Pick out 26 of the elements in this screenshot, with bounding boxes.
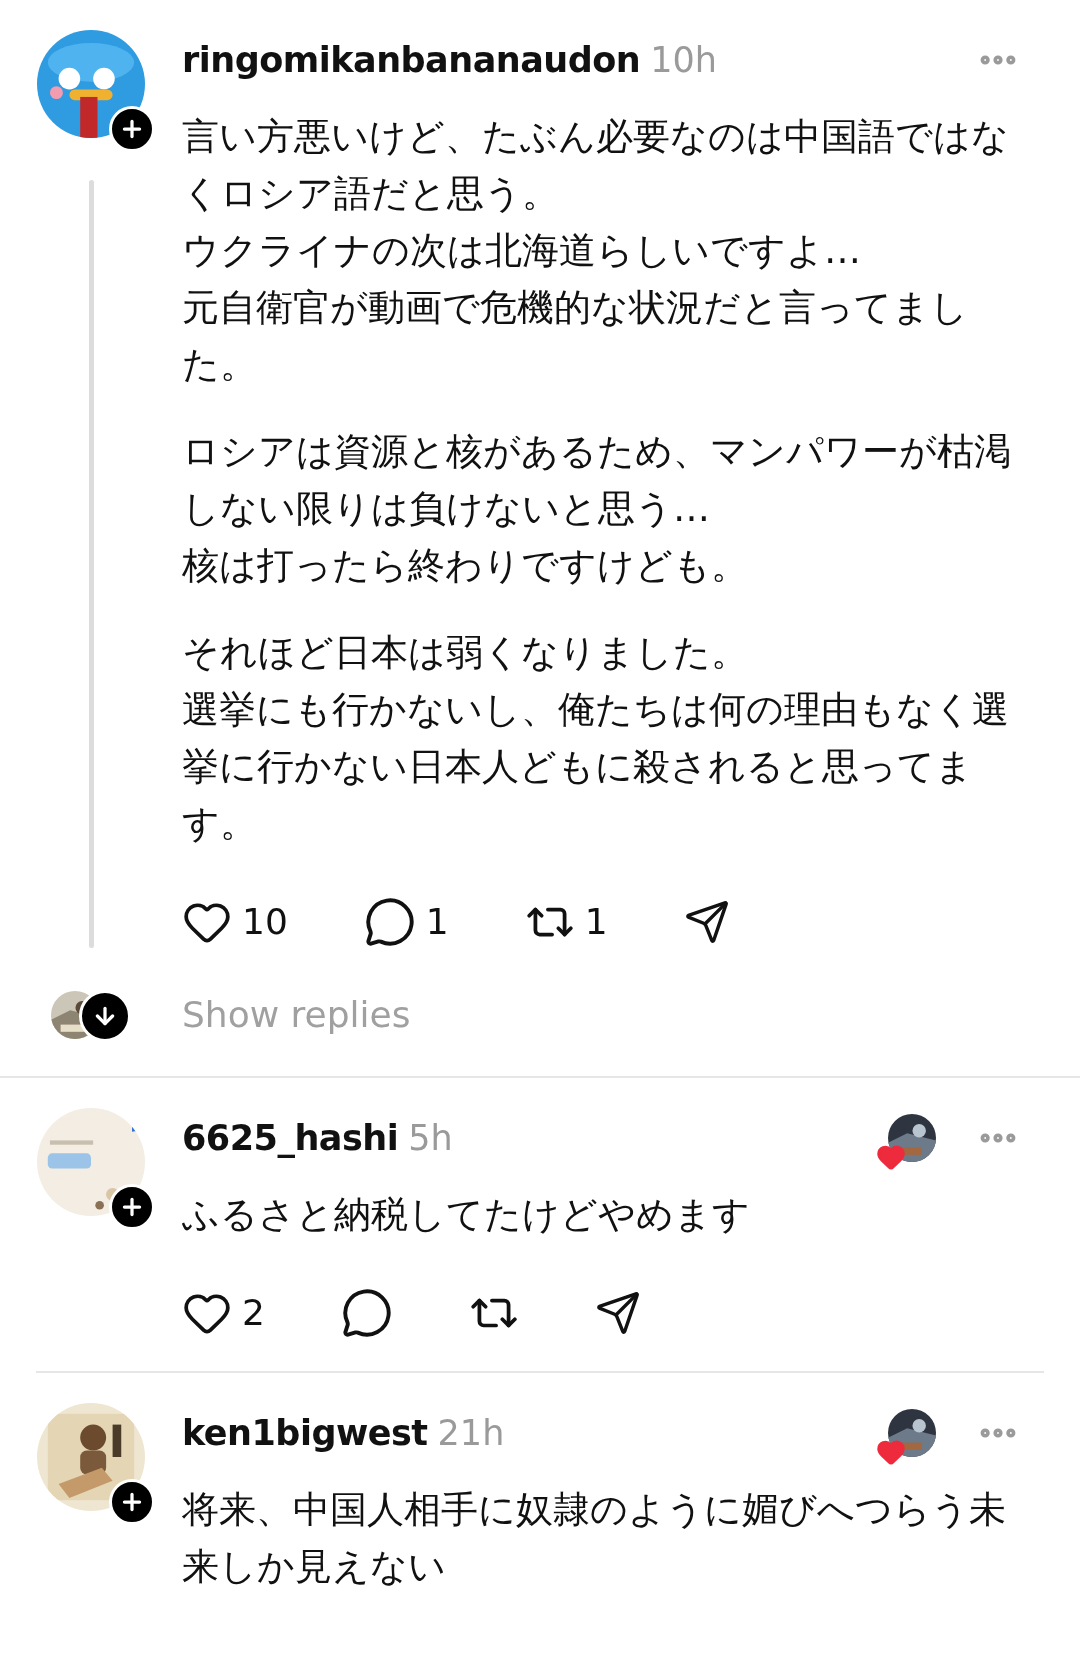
post-time: 5h — [408, 1116, 453, 1160]
post-text: 言い方悪いけど、たぶん必要なのは中国語ではなくロシア語だと思う。 — [182, 114, 1010, 217]
post-text: ロシアは資源と核があるため、マンパワーが枯渇しない限りは負けないと思う… — [182, 429, 1012, 532]
post-text: 将来、中国人相手に奴隷のように媚びへつらう未来しか見えない — [182, 1487, 1007, 1590]
post-text: ウクライナの次は北海道らしいですよ… — [182, 228, 862, 274]
like-button[interactable]: 10 — [182, 895, 288, 949]
send-icon — [594, 1290, 641, 1336]
post-text: 元自衛官が動画で危機的な状況だと言ってました。 — [182, 285, 969, 388]
share-button[interactable] — [683, 899, 730, 945]
like-button[interactable]: 2 — [182, 1286, 265, 1340]
repost-button[interactable]: 1 — [524, 895, 608, 949]
send-icon — [683, 899, 730, 945]
reply-button[interactable]: 1 — [363, 895, 449, 949]
comment-icon — [363, 896, 416, 948]
username[interactable]: 6625_hashi — [182, 1111, 399, 1165]
reply-button[interactable] — [340, 1287, 393, 1339]
post-text: ふるさと納税してたけどやめます — [182, 1192, 751, 1238]
username[interactable]: ringomikanbananaudon — [182, 33, 641, 87]
post-text: 選挙にも行かないし、俺たちは何の理由もなく選挙に行かない日本人どもに殺されると思ってます。 — [182, 687, 1010, 847]
post-time: 10h — [650, 38, 717, 82]
username[interactable]: ken1bigwest — [182, 1406, 428, 1460]
post-time: 21h — [437, 1411, 505, 1455]
comment-icon — [340, 1287, 393, 1339]
share-button[interactable] — [594, 1290, 641, 1336]
post-text: 核は打ったら終わりですけども。 — [182, 543, 749, 589]
post-text: それほど日本は弱くなりました。 — [182, 630, 749, 676]
